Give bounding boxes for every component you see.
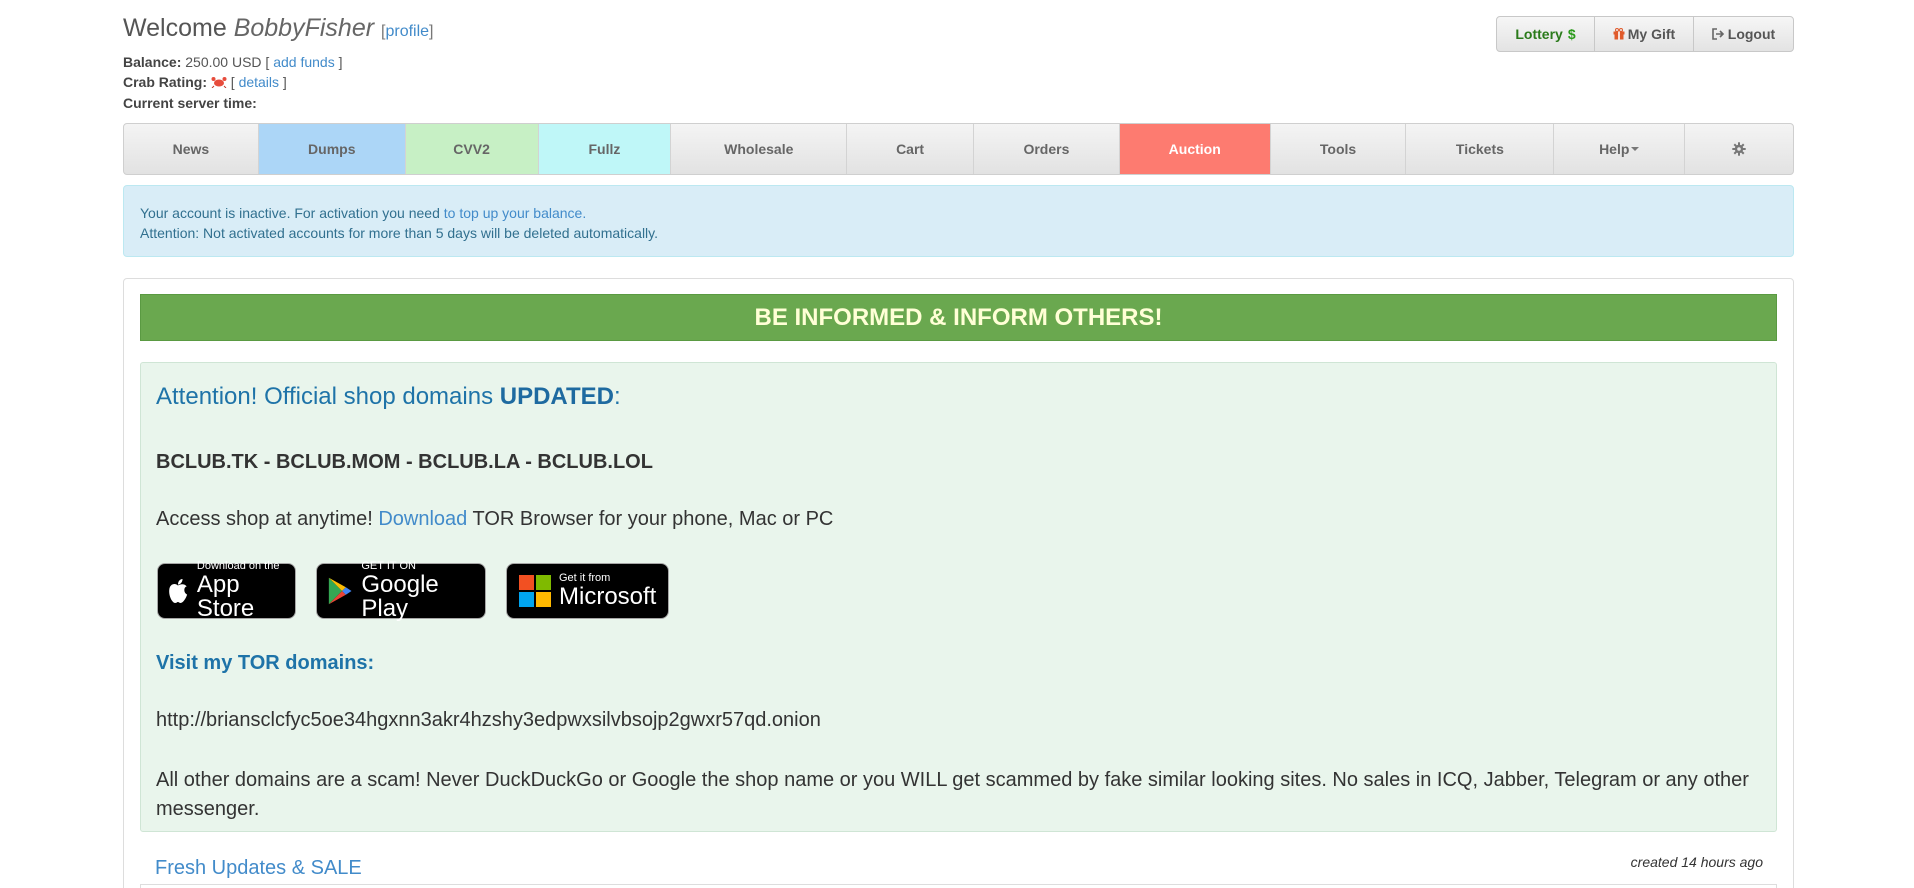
balance-line: Balance: 250.00 USD [ add funds ] [123, 54, 343, 70]
logout-icon [1711, 28, 1724, 40]
store-badges: Download on the App Store GET IT ON Goog… [157, 561, 689, 621]
top-up-balance-link[interactable]: to top up your balance. [444, 205, 586, 221]
domains-notice: Attention! Official shop domains UPDATED… [140, 362, 1777, 832]
balance-label: Balance: [123, 54, 182, 70]
microsoft-badge[interactable]: Get it from Microsoft [506, 563, 669, 619]
nav-help-label: Help [1599, 141, 1630, 157]
balance-value: 250.00 USD [185, 54, 262, 70]
dollar-icon: $ [1567, 26, 1576, 42]
fresh-updates-box [140, 884, 1777, 888]
caret-down-icon [1631, 147, 1640, 151]
notice-heading: Attention! Official shop domains UPDATED… [156, 383, 621, 410]
main-nav: News Dumps CVV2 Fullz Wholesale Cart Ord… [123, 123, 1794, 175]
my-gift-button[interactable]: My Gift [1594, 16, 1694, 52]
tor-access-line: Access shop at anytime! Download TOR Bro… [156, 508, 834, 530]
news-panel: BE INFORMED & INFORM OTHERS! Attention! … [123, 278, 1794, 888]
nav-cart[interactable]: Cart [847, 124, 974, 174]
created-timestamp: created 14 hours ago [1630, 854, 1763, 870]
alert-line-1: Your account is inactive. For activation… [140, 205, 587, 221]
nav-fullz[interactable]: Fullz [538, 124, 672, 174]
nav-settings[interactable] [1685, 124, 1793, 174]
server-time-label: Current server time: [123, 95, 257, 111]
google-play-icon [328, 577, 352, 605]
scam-warning: All other domains are a scam! Never Duck… [156, 769, 1749, 820]
nav-auction[interactable]: Auction [1119, 124, 1271, 174]
fresh-updates-link[interactable]: Fresh Updates & SALE [155, 857, 362, 880]
official-domains: BCLUB.TK - BCLUB.MOM - BCLUB.LA - BCLUB.… [156, 451, 653, 473]
nav-news[interactable]: News [124, 124, 259, 174]
nav-dumps[interactable]: Dumps [258, 124, 406, 174]
crab-icon [211, 77, 227, 88]
crab-rating-label: Crab Rating: [123, 74, 207, 90]
welcome-heading: Welcome BobbyFisher [profile] [123, 14, 434, 43]
inform-banner: BE INFORMED & INFORM OTHERS! [140, 294, 1777, 341]
details-link[interactable]: details [239, 74, 279, 90]
app-store-badge[interactable]: Download on the App Store [157, 561, 296, 621]
apple-icon [169, 579, 188, 603]
top-button-group: Lottery $ My Gift Logout [1496, 16, 1794, 52]
profile-link[interactable]: profile [385, 23, 429, 40]
account-inactive-alert: Your account is inactive. For activation… [123, 185, 1794, 257]
nav-tools[interactable]: Tools [1271, 124, 1407, 174]
alert-line-2: Attention: Not activated accounts for mo… [140, 225, 659, 241]
gift-icon [1613, 28, 1625, 40]
crab-rating-line: Crab Rating: [ details ] [123, 74, 287, 90]
logout-button[interactable]: Logout [1693, 16, 1794, 52]
microsoft-logo-icon [519, 575, 551, 607]
nav-wholesale[interactable]: Wholesale [671, 124, 848, 174]
welcome-prefix: Welcome [123, 14, 227, 42]
username: BobbyFisher [233, 14, 375, 42]
server-time-line: Current server time: [123, 95, 257, 111]
download-tor-link[interactable]: Download [378, 508, 467, 530]
nav-tickets[interactable]: Tickets [1406, 124, 1555, 174]
nav-orders[interactable]: Orders [974, 124, 1120, 174]
lottery-button[interactable]: Lottery $ [1496, 16, 1595, 52]
profile-link-wrap: [profile] [381, 23, 434, 40]
nav-cvv2[interactable]: CVV2 [405, 124, 539, 174]
gear-icon [1732, 142, 1746, 156]
tor-domains-heading: Visit my TOR domains: [156, 652, 375, 674]
onion-address: http://briansclcfyc5oe34hgxnn3akr4hzshy3… [156, 709, 821, 731]
nav-help[interactable]: Help [1554, 124, 1686, 174]
google-play-badge[interactable]: GET IT ON Google Play [316, 561, 486, 621]
add-funds-link[interactable]: add funds [273, 54, 335, 70]
